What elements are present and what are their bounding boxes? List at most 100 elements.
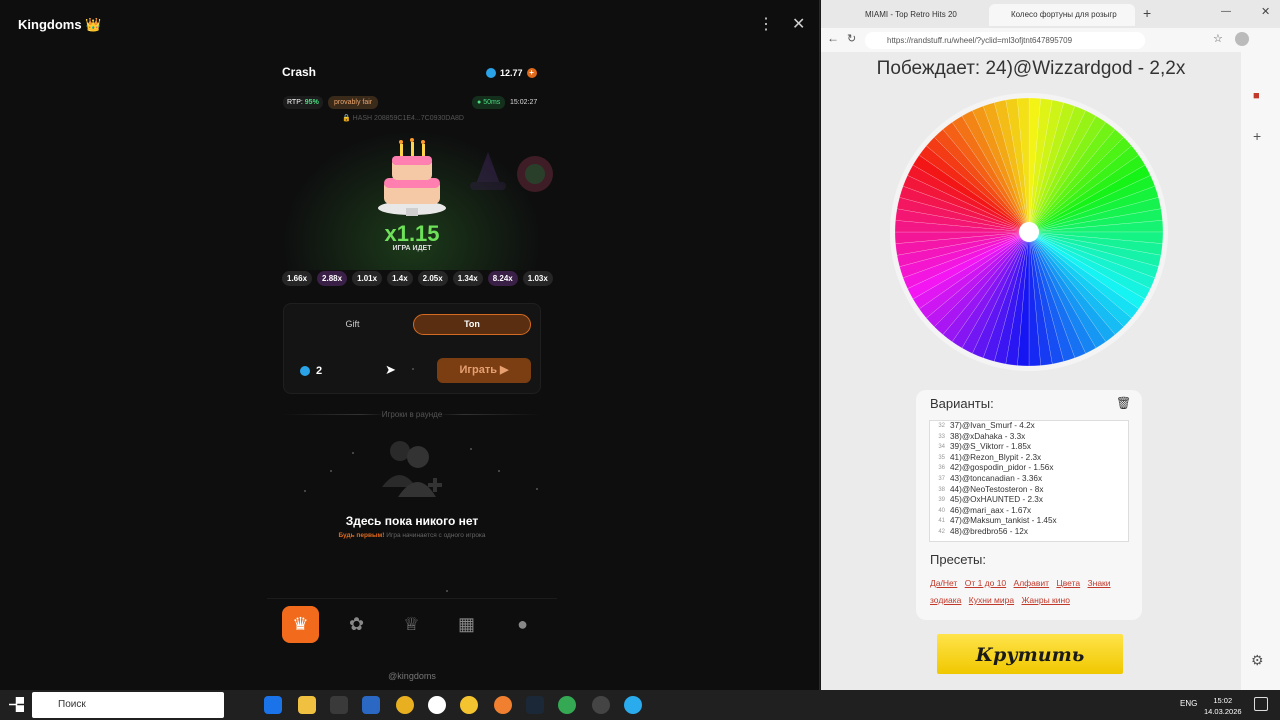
telegram-icon[interactable] [624,696,642,714]
nav-trophy-icon[interactable]: ♕ [393,606,430,643]
history-item: 1.01x [352,271,383,286]
chrome-icon[interactable] [558,696,576,714]
store-icon[interactable] [330,696,348,714]
variants-textarea[interactable]: 32 37)@Ivan_Smurf - 4.2x 33 38)@xDahaka - 3… [929,420,1129,542]
yandex-browser-icon[interactable] [460,696,478,714]
norton-icon[interactable] [396,696,414,714]
nav-home-icon[interactable]: ♛ [282,606,319,643]
windows-start-icon[interactable] [9,697,24,712]
game-hash[interactable]: 🔒 HASH 208859C1E4...7C0930DA8D [342,114,464,122]
outlook-icon[interactable] [362,696,380,714]
settings-icon[interactable]: ⚙ [1251,652,1264,669]
line-number: 33 [938,433,945,440]
bet-amount-input[interactable]: 2 [300,362,322,379]
avatar[interactable] [1235,32,1249,46]
variant-row: 37 43)@toncanadian - 3.36x [930,474,1128,485]
browser-tab-wheel[interactable]: Колесо фортуны для розыгр [989,4,1135,26]
new-tab-icon[interactable]: + [1143,5,1151,21]
line-number: 41 [938,518,945,525]
taskbar-search[interactable]: Поиск [32,692,224,718]
winner-heading: Побеждает: 24)@Wizzardgod - 2,2x [876,58,1186,79]
variant-text: 37)@Ivan_Smurf - 4.2x [950,421,1035,430]
variant-row: 35 41)@Rezon_Blypit - 2.3x [930,453,1128,464]
favorites-icon[interactable]: ☆ [1213,32,1223,45]
line-number: 36 [938,465,945,472]
notifications-icon[interactable] [1254,697,1268,711]
back-icon[interactable]: ← [827,31,839,45]
footer-handle: @kingdoms [388,671,436,681]
preset-link[interactable]: Да/Нет [930,578,957,588]
variant-row: 38 44)@NeoTestosteron - 8x [930,485,1128,496]
spin-button[interactable]: Крутить [937,634,1123,674]
tray-clock[interactable]: 15:02 14.03.2026 [1204,695,1242,717]
provably-fair-button[interactable]: provably fair [328,96,379,109]
history-item: 1.66x [282,271,313,286]
tray-language[interactable]: ENG [1180,699,1197,708]
presets-list: Да/Нет От 1 до 10 Алфавит Цвета Знаки зо… [930,575,1135,609]
nav-profile-icon[interactable]: ● [504,606,541,643]
browser-tab-music[interactable]: MIAMI - Top Retro Hits 20 [843,4,983,26]
preset-link[interactable]: Алфавит [1014,578,1050,588]
gift-icon [517,156,553,192]
wheel-hub [1019,222,1039,242]
bottom-nav: ♛ ✿ ♕ ▦ ● [267,598,557,648]
variant-row: 40 46)@mari_aax - 1.67x [930,506,1128,517]
particle [446,590,448,592]
particle [498,470,500,472]
steam-icon[interactable] [526,696,544,714]
game-clock: 15:02:27 [510,99,538,106]
yandex-icon[interactable] [428,696,446,714]
nav-gifts-icon[interactable]: ✿ [338,606,375,643]
bet-amount-value: 2 [316,364,323,377]
toolbox-icon[interactable]: ■ [1253,90,1260,102]
variant-row: 32 37)@Ivan_Smurf - 4.2x [930,421,1128,432]
address-bar: ← ↻ https://randstuff.ru/wheel/?yclid=ml… [821,28,1280,52]
window-close-icon[interactable]: ✕ [1261,5,1270,18]
play-button[interactable]: Играть ▶ [437,358,531,383]
line-number: 35 [938,454,945,461]
app-icon[interactable] [494,696,512,714]
add-balance-icon[interactable]: + [526,67,537,78]
edge-icon[interactable] [264,696,282,714]
browser-window: MIAMI - Top Retro Hits 20 Колесо фортуны… [821,0,1280,690]
close-icon[interactable]: ✕ [792,14,805,34]
preset-link[interactable]: Жанры кино [1021,595,1069,605]
history-item: 1.03x [522,271,553,286]
particle [330,470,332,472]
presets-title: Пресеты: [930,552,987,567]
preset-link[interactable]: Кухни мира [969,595,1014,605]
line-number: 32 [938,423,945,429]
crash-multiplier: x1.15 [384,221,440,246]
balance-value: 12.77 [500,67,523,78]
balance-badge[interactable]: 12.77 + [486,65,537,80]
particle [470,448,472,450]
more-menu-icon[interactable]: ⋮ [758,14,774,34]
history-item: 2.88x [317,271,348,286]
line-number: 38 [938,486,945,493]
variant-row: 41 47)@Maksum_tankist - 1.45x [930,516,1128,527]
add-sidebar-icon[interactable]: + [1253,128,1261,144]
tab-gift[interactable]: Gift [294,314,411,335]
minimize-icon[interactable]: — [1221,6,1231,17]
tab-ton[interactable]: Ton [413,314,531,335]
reload-icon[interactable]: ↻ [847,32,856,45]
line-number: 34 [938,444,945,451]
preset-link[interactable]: От 1 до 10 [965,578,1006,588]
line-number: 39 [938,497,945,504]
explorer-icon[interactable] [298,696,316,714]
cake-icon [378,138,446,216]
trash-icon[interactable]: 🗑 [1116,396,1131,410]
ton-icon [486,67,496,78]
obs-icon[interactable] [592,696,610,714]
nav-apps-icon[interactable]: ▦ [448,606,485,643]
variant-text: 47)@Maksum_tankist - 1.45x [950,516,1057,526]
preset-link[interactable]: Цвета [1056,578,1080,588]
variant-text: 44)@NeoTestosteron - 8x [950,484,1044,494]
rtp-badge: RTP: 95% [283,96,323,109]
line-number: 42 [938,528,945,535]
variant-text: 43)@toncanadian - 3.36x [950,473,1043,483]
url-input[interactable]: https://randstuff.ru/wheel/?yclid=ml3ofj… [865,32,1145,49]
variants-panel: Варианты: 🗑 32 37)@Ivan_Smurf - 4.2x 33 38)… [916,390,1142,620]
fortune-wheel[interactable] [889,92,1169,372]
variant-text: 41)@Rezon_Blypit - 2.3x [950,452,1042,462]
